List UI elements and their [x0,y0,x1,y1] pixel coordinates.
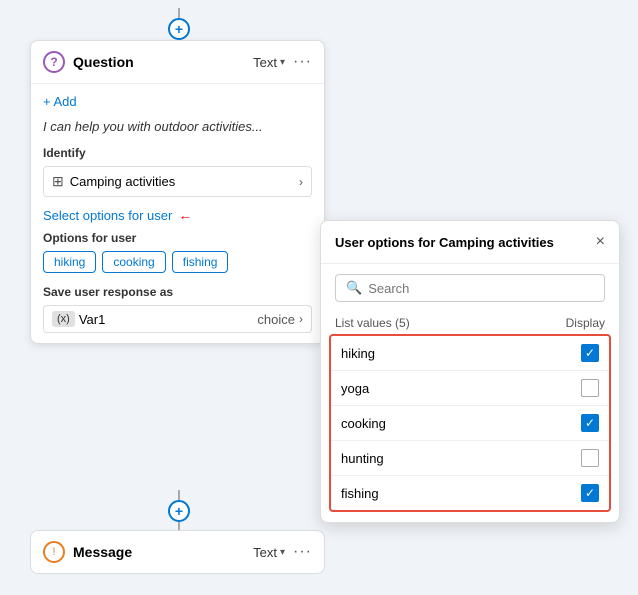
save-label: Save user response as [43,285,312,299]
add-step-bottom[interactable]: + [168,500,190,522]
list-item: fishing [331,476,609,510]
identify-row[interactable]: ⊞ Camping activities › [43,166,312,197]
options-label: Options for user [43,231,312,245]
search-input[interactable] [368,281,594,296]
type-dropdown[interactable]: Text ▾ [253,55,285,70]
more-options-button[interactable]: ··· [293,53,312,71]
card-title: Question [73,54,245,70]
tag-fishing[interactable]: fishing [172,251,229,273]
message-preview: I can help you with outdoor activities..… [43,119,312,134]
card-body: + Add I can help you with outdoor activi… [31,84,324,343]
list-item: hiking [331,336,609,371]
popup-panel: User options for Camping activities × 🔍 … [320,220,620,523]
search-box[interactable]: 🔍 [335,274,605,302]
message-chevron-down-icon: ▾ [280,547,285,558]
card-header: ? Question Text ▾ ··· [31,41,324,84]
option-checkbox[interactable] [581,414,599,432]
var-badge: (x) [52,311,75,327]
tag-cooking[interactable]: cooking [102,251,165,273]
message-type-dropdown[interactable]: Text ▾ [253,545,285,560]
option-checkbox[interactable] [581,379,599,397]
option-checkbox[interactable] [581,344,599,362]
bottom-connector: + [168,490,190,532]
chevron-down-icon: ▾ [280,57,285,68]
choice-label: choice [257,312,295,327]
tag-list: hiking cooking fishing [43,251,312,273]
question-card: ? Question Text ▾ ··· + Add I can help y… [30,40,325,344]
add-step-top[interactable]: + [168,18,190,40]
message-more-options-button[interactable]: ··· [293,543,312,561]
popup-close-button[interactable]: × [596,233,605,251]
popup-header: User options for Camping activities × [321,221,619,264]
options-list: hiking yoga cooking hunting fishing [329,334,611,512]
identify-value: Camping activities [70,174,293,189]
option-name: hunting [341,451,573,466]
var-name: Var1 [79,312,254,327]
option-checkbox[interactable] [581,449,599,467]
list-item: yoga [331,371,609,406]
connector-line-top [178,8,180,18]
message-icon: ! [43,541,65,563]
connector-line-bottom1 [178,490,180,500]
question-icon: ? [43,51,65,73]
identify-label: Identify [43,146,312,160]
tag-hiking[interactable]: hiking [43,251,96,273]
list-item: cooking [331,406,609,441]
display-label: Display [566,316,605,330]
add-button[interactable]: + Add [43,94,312,109]
save-row[interactable]: (x) Var1 choice › [43,305,312,333]
message-card: ! Message Text ▾ ··· [30,530,325,574]
identify-chevron-icon: › [299,175,303,189]
select-options-link[interactable]: Select options for user ← [43,207,312,223]
popup-title: User options for Camping activities [335,235,588,250]
option-checkbox[interactable] [581,484,599,502]
option-name: fishing [341,486,573,501]
list-header: List values (5) Display [321,312,619,334]
message-title: Message [73,544,245,560]
grid-icon: ⊞ [52,173,64,190]
list-item: hunting [331,441,609,476]
option-name: hiking [341,346,573,361]
save-row-chevron-icon: › [299,312,303,326]
arrow-left-red-icon: ← [178,207,192,223]
search-icon: 🔍 [346,280,362,296]
option-name: cooking [341,416,573,431]
option-name: yoga [341,381,573,396]
list-count-label: List values (5) [335,316,566,330]
